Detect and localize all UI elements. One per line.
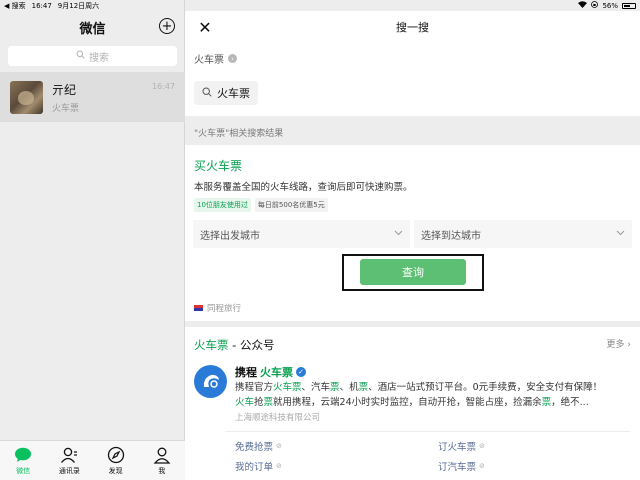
- person-icon: [153, 446, 171, 464]
- friends-badge: 10位朋友使用过: [194, 198, 251, 212]
- status-date: 9月12日周六: [57, 1, 100, 10]
- keyword-highlight: 票: [330, 382, 340, 393]
- tab-me[interactable]: 我: [142, 446, 182, 476]
- battery-icon: [622, 2, 636, 9]
- tab-label: 通讯录: [58, 466, 80, 475]
- battery-percent: 56%: [602, 1, 618, 10]
- menu-link-label: 订汽车票: [438, 462, 477, 473]
- accounts-heading: 火车票 - 公众号: [194, 337, 274, 353]
- keyword-highlight: 火车票: [273, 382, 302, 393]
- official-accounts-card: 火车票 - 公众号 更多 › 携程 火车票 ✓ 携程官方火车票、汽车票、机票、酒店…: [185, 327, 640, 480]
- tab-discover[interactable]: 发现: [96, 446, 136, 476]
- ticket-service-card: 买火车票 本服务覆盖全国的火车线路，查询后即可快速购票。 10位朋友使用过 每日…: [185, 145, 640, 321]
- app-title: 微信: [79, 21, 106, 37]
- chevron-right-icon: ›: [228, 54, 237, 63]
- account-desc-line2: 火车抢票就用携程，云端24小时实时监控，自动开抢，智能占座，捡漏余票，绝不...: [235, 397, 589, 408]
- provider-logo-icon: [194, 305, 203, 311]
- tab-contacts[interactable]: 通讯录: [49, 446, 89, 476]
- tab-chats[interactable]: 微信: [3, 446, 43, 476]
- avatar: [10, 80, 43, 114]
- search-placeholder: 搜索: [89, 52, 109, 64]
- keyword-highlight: 火车: [235, 397, 255, 408]
- wifi-icon: [578, 1, 588, 10]
- page-title: 搜一搜: [396, 21, 429, 34]
- tab-label: 微信: [16, 466, 31, 475]
- results-section-label: "火车票"相关搜索结果: [194, 129, 284, 139]
- account-desc-line1: 携程官方火车票、汽车票、机票、酒店一站式预订平台。0元手续费，安全支付有保障！: [235, 382, 603, 393]
- search-header: ✕ 搜一搜: [185, 11, 640, 43]
- account-description: 携程官方火车票、汽车票、机票、酒店一站式预订平台。0元手续费，安全支付有保障！ …: [235, 380, 633, 410]
- menu-link-bus-ticket[interactable]: 订汽车票 ⊘: [438, 459, 485, 473]
- status-time: 16:47: [31, 1, 52, 10]
- arrival-city-select[interactable]: 选择到达城市: [414, 220, 632, 248]
- menu-link-my-orders[interactable]: 我的订单 ⊘: [235, 459, 282, 473]
- chat-bubble-icon: [14, 446, 32, 464]
- divider: [225, 431, 630, 432]
- back-to-app-link[interactable]: ◀ 搜索: [4, 1, 26, 11]
- account-company: 上海顺途科技有限公司: [235, 413, 321, 423]
- service-badges: 10位朋友使用过 每日前500名优惠5元: [194, 198, 328, 212]
- departure-city-select[interactable]: 选择出发城市: [193, 220, 410, 248]
- query-button[interactable]: 查询: [360, 259, 466, 285]
- lock-rotation-icon: [591, 1, 599, 10]
- tab-label: 我: [158, 466, 166, 475]
- status-bar: ◀ 搜索 16:47 9月12日周六 56%: [0, 0, 640, 11]
- bottom-tab-bar: 微信 通讯录 发现 我: [0, 440, 185, 480]
- breadcrumb-label: 火车票: [194, 55, 224, 66]
- battery-fill: [624, 4, 630, 7]
- accounts-heading-rest: - 公众号: [228, 338, 275, 352]
- keyword-highlight: 票: [263, 397, 274, 408]
- link-icon: ⊘: [479, 442, 485, 450]
- service-description: 本服务覆盖全国的火车线路，查询后即可快速购票。: [194, 182, 413, 193]
- provider-name: 同程旅行: [207, 304, 242, 314]
- link-icon: ⊘: [276, 462, 282, 470]
- arrival-placeholder: 选择到达城市: [421, 230, 481, 242]
- query-chip-label: 火车票: [217, 87, 250, 100]
- account-name[interactable]: 携程 火车票 ✓: [235, 364, 306, 380]
- keyword-highlight: 票: [358, 382, 369, 393]
- chat-list-panel: 微信 + 搜索 亓纪 火车票 16:47 微信 通讯录 发现 我: [0, 0, 185, 480]
- link-icon: ⊘: [276, 442, 282, 450]
- chat-list-item[interactable]: 亓纪 火车票 16:47: [0, 72, 185, 122]
- menu-link-label: 免费抢票: [235, 442, 274, 453]
- chevron-down-icon: [394, 229, 403, 239]
- search-query-area: 火车票 › 火车票: [185, 43, 640, 116]
- menu-link-free-grab[interactable]: 免费抢票 ⊘: [235, 439, 282, 453]
- link-icon: ⊘: [479, 462, 485, 470]
- service-title[interactable]: 买火车票: [194, 157, 242, 174]
- chat-preview: 火车票: [52, 103, 80, 114]
- chevron-down-icon: [616, 229, 625, 239]
- contacts-icon: [60, 446, 78, 464]
- chevron-right-icon: ›: [627, 340, 631, 350]
- query-chip[interactable]: 火车票: [194, 81, 258, 105]
- breadcrumb[interactable]: 火车票 ›: [194, 51, 237, 66]
- close-icon[interactable]: ✕: [195, 17, 215, 37]
- menu-link-train-ticket[interactable]: 订火车票 ⊘: [438, 439, 485, 453]
- search-page: ✕ 搜一搜 火车票 › 火车票 "火车票"相关搜索结果 买火车票 本服务覆盖全国…: [185, 0, 640, 480]
- verified-check-icon: ✓: [296, 367, 306, 377]
- chat-search-bar[interactable]: 搜索: [8, 46, 177, 66]
- tab-label: 发现: [108, 466, 123, 475]
- menu-link-label: 我的订单: [235, 462, 274, 473]
- chat-time: 16:47: [151, 82, 175, 91]
- keyword-highlight: 票: [541, 397, 552, 408]
- search-icon: [202, 86, 212, 100]
- add-plus-icon[interactable]: +: [159, 18, 175, 34]
- dolphin-logo-icon[interactable]: [194, 365, 227, 398]
- search-icon: [76, 50, 85, 62]
- departure-placeholder: 选择出发城市: [200, 230, 260, 242]
- offer-badge: 每日前500名优惠5元: [254, 198, 328, 212]
- chat-list-header: 微信 +: [0, 12, 185, 42]
- account-name-prefix: 携程: [235, 366, 257, 379]
- more-label: 更多: [606, 340, 625, 350]
- menu-link-label: 订火车票: [438, 442, 477, 453]
- compass-icon: [107, 446, 125, 464]
- accounts-heading-keyword: 火车票: [194, 338, 229, 352]
- account-name-keyword: 火车票: [260, 366, 293, 379]
- more-link[interactable]: 更多 ›: [607, 337, 632, 350]
- service-provider[interactable]: 同程旅行: [194, 302, 241, 314]
